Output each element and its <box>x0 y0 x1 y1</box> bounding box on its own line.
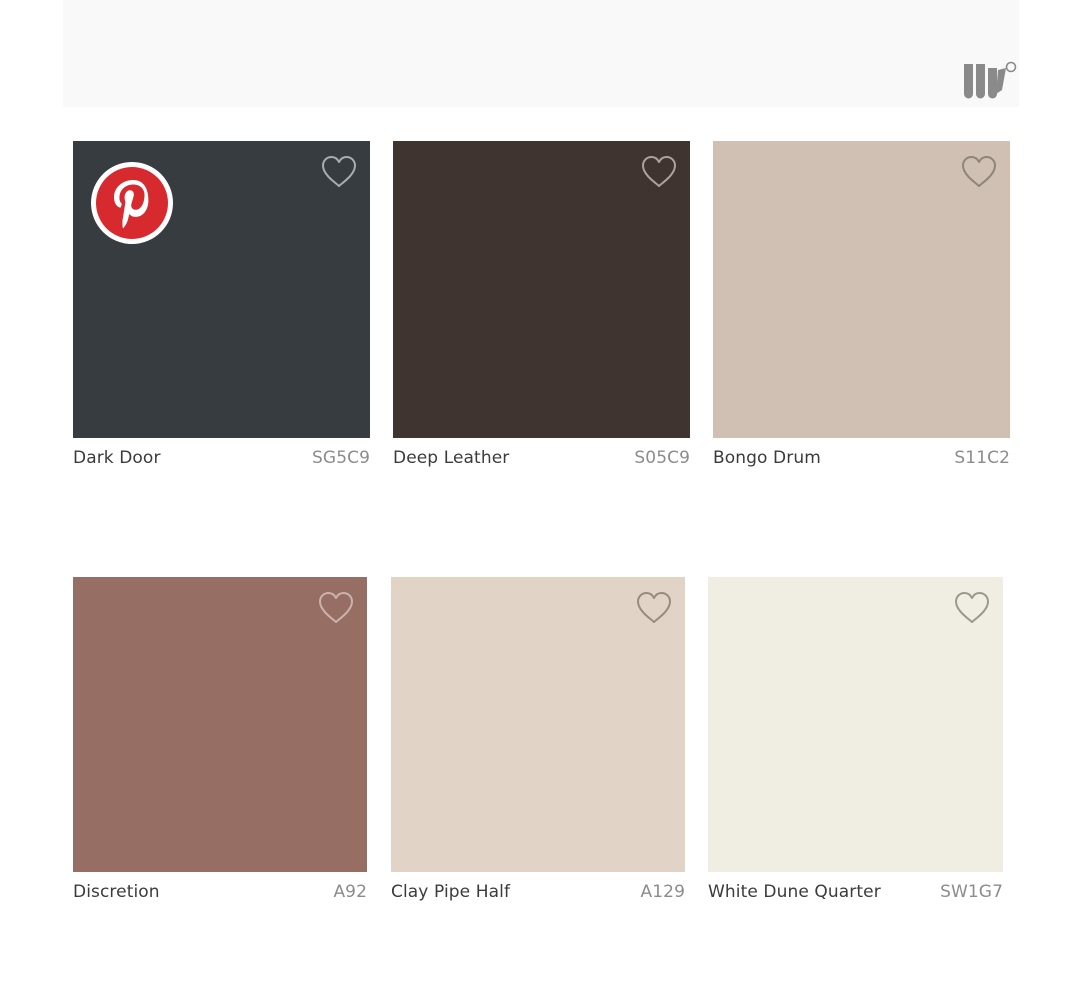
color-card[interactable]: Clay Pipe Half A129 <box>391 577 685 917</box>
favorite-heart-icon[interactable] <box>318 591 354 625</box>
favorite-heart-icon[interactable] <box>961 155 997 189</box>
color-card[interactable]: Discretion A92 <box>73 577 367 917</box>
color-code: SW1G7 <box>940 882 1003 902</box>
color-code: S11C2 <box>954 448 1010 468</box>
color-name[interactable]: White Dune Quarter <box>708 882 881 902</box>
color-code: SG5C9 <box>312 448 370 468</box>
color-name[interactable]: Bongo Drum <box>713 448 821 468</box>
caption-row: White Dune Quarter SW1G7 <box>708 882 1003 902</box>
color-code: A92 <box>333 882 367 902</box>
favorite-heart-icon[interactable] <box>641 155 677 189</box>
color-card[interactable]: Deep Leather S05C9 <box>393 141 690 481</box>
color-name[interactable]: Deep Leather <box>393 448 509 468</box>
caption-row: Dark Door SG5C9 <box>73 448 370 468</box>
favorite-heart-icon[interactable] <box>321 155 357 189</box>
color-card[interactable]: Bongo Drum S11C2 <box>713 141 1010 481</box>
color-code: A129 <box>640 882 685 902</box>
color-code: S05C9 <box>634 448 690 468</box>
favorite-heart-icon[interactable] <box>954 591 990 625</box>
color-name[interactable]: Discretion <box>73 882 160 902</box>
caption-row: Bongo Drum S11C2 <box>713 448 1010 468</box>
color-name[interactable]: Clay Pipe Half <box>391 882 510 902</box>
favorite-heart-icon[interactable] <box>636 591 672 625</box>
color-card[interactable]: Dark Door SG5C9 <box>73 141 370 481</box>
caption-row: Deep Leather S05C9 <box>393 448 690 468</box>
color-name[interactable]: Dark Door <box>73 448 161 468</box>
header-band <box>63 0 1019 107</box>
caption-row: Discretion A92 <box>73 882 367 902</box>
brand-logo-icon[interactable] <box>960 58 1020 100</box>
pinterest-icon[interactable] <box>91 162 173 244</box>
color-card[interactable]: White Dune Quarter SW1G7 <box>708 577 1003 917</box>
caption-row: Clay Pipe Half A129 <box>391 882 685 902</box>
